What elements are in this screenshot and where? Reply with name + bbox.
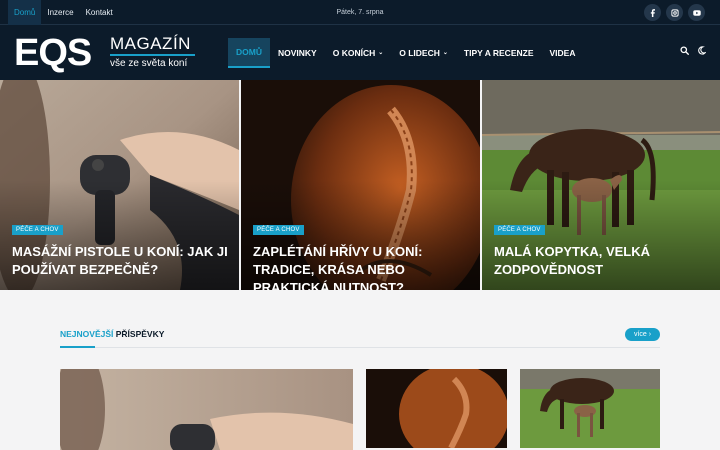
nav-item-label: DOMŮ <box>236 47 262 57</box>
nav-item-about-horses[interactable]: O KONÍCH ⌄ <box>325 38 392 68</box>
instagram-icon[interactable] <box>666 4 683 21</box>
category-badge[interactable]: PÉČE A CHOV <box>494 225 545 235</box>
post-thumbnail[interactable] <box>60 369 353 450</box>
logo-divider <box>110 54 195 56</box>
section-title-underline <box>60 346 95 348</box>
hero-card-title[interactable]: ZAPLÉTÁNÍ HŘÍVY U KONÍ: TRADICE, KRÁSA N… <box>253 243 473 290</box>
nav-item-label: NOVINKY <box>277 48 317 58</box>
logo-subtitle: vše ze světa koní <box>110 58 188 69</box>
section-title-accent: NEJNOVĚJŠÍ <box>60 329 114 339</box>
nav-item-label: TIPY A RECENZE <box>463 48 534 58</box>
top-nav-ads-link[interactable]: Inzerce <box>41 0 79 25</box>
header-icons <box>680 46 706 55</box>
more-button[interactable]: více › <box>625 328 660 341</box>
logo-eqs-text: EQS <box>14 32 92 74</box>
category-badge[interactable]: PÉČE A CHOV <box>12 225 63 235</box>
category-badge[interactable]: PÉČE A CHOV <box>253 225 304 235</box>
main-nav: DOMŮ NOVINKY O KONÍCH ⌄ O LIDECH ⌄ TIPY … <box>228 38 583 68</box>
section-divider <box>60 347 660 348</box>
top-nav: Domů Inzerce Kontakt <box>8 0 119 25</box>
nav-item-label: O KONÍCH <box>332 48 376 58</box>
section-title: NEJNOVĚJŠÍ PŘÍSPĚVKY <box>60 329 164 339</box>
nav-item-about-people[interactable]: O LIDECH ⌄ <box>391 38 456 68</box>
site-header: EQS MAGAZÍN vše ze světa koní DOMŮ NOVIN… <box>0 25 720 80</box>
hero-featured: PÉČE A CHOV MASÁŽNÍ PISTOLE U KONÍ: JAK … <box>0 80 720 290</box>
top-nav-contact-link[interactable]: Kontakt <box>80 0 119 25</box>
hero-card-title[interactable]: MALÁ KOPYTKA, VELKÁ ZODPOVĚDNOST <box>494 243 714 279</box>
hero-card-title[interactable]: MASÁŽNÍ PISTOLE U KONÍ: JAK JI POUŽÍVAT … <box>12 243 232 279</box>
mane-braiding-thumbnail-image <box>366 369 507 448</box>
youtube-icon[interactable] <box>688 4 705 21</box>
mare-and-foal-thumbnail-image <box>520 369 660 448</box>
nav-item-tips-reviews[interactable]: TIPY A RECENZE <box>456 38 542 68</box>
hero-card[interactable]: PÉČE A CHOV ZAPLÉTÁNÍ HŘÍVY U KONÍ: TRAD… <box>241 80 480 290</box>
section-title-rest: PŘÍSPĚVKY <box>113 329 165 339</box>
hero-card[interactable]: PÉČE A CHOV MALÁ KOPYTKA, VELKÁ ZODPOVĚD… <box>482 80 720 290</box>
nav-item-label: O LIDECH <box>399 48 440 58</box>
post-thumbnail[interactable] <box>366 369 507 448</box>
nav-item-label: VIDEA <box>549 48 576 58</box>
search-icon[interactable] <box>680 46 689 55</box>
nav-item-home[interactable]: DOMŮ <box>228 38 270 68</box>
nav-item-videos[interactable]: VIDEA <box>542 38 584 68</box>
top-bar: Domů Inzerce Kontakt Pátek, 7. srpna <box>0 0 720 25</box>
post-thumbnail[interactable] <box>520 369 660 448</box>
facebook-icon[interactable] <box>644 4 661 21</box>
chevron-down-icon: ⌄ <box>378 50 384 56</box>
dark-mode-icon[interactable] <box>697 46 706 55</box>
social-links <box>644 4 705 21</box>
logo-magazine-text: MAGAZÍN <box>110 34 191 53</box>
massage-gun-thumbnail-image <box>60 369 353 450</box>
hero-card[interactable]: PÉČE A CHOV MASÁŽNÍ PISTOLE U KONÍ: JAK … <box>0 80 239 290</box>
site-logo[interactable]: EQS MAGAZÍN vše ze světa koní <box>14 34 199 72</box>
nav-item-news[interactable]: NOVINKY <box>270 38 325 68</box>
chevron-down-icon: ⌄ <box>442 50 448 56</box>
top-nav-home-link[interactable]: Domů <box>8 0 42 25</box>
